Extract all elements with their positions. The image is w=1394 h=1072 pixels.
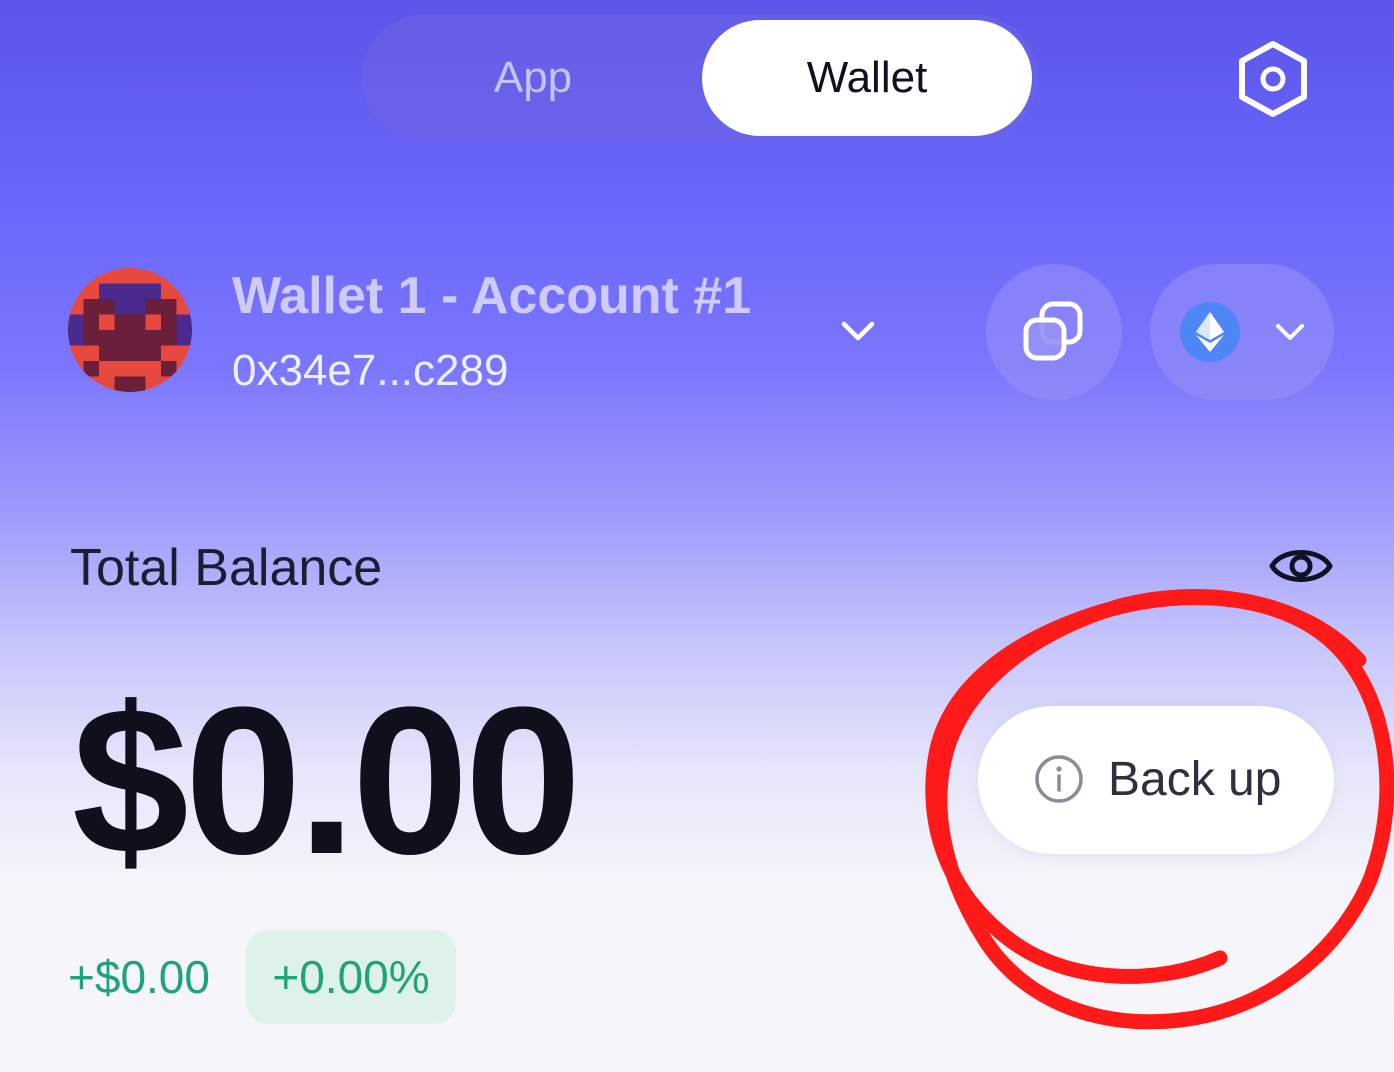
avatar[interactable] <box>68 268 192 392</box>
balance-change-percent: +0.00% <box>272 951 430 1003</box>
balance-change-amount: +$0.00 <box>68 951 210 1003</box>
info-icon <box>1035 755 1083 803</box>
eye-icon[interactable] <box>1268 538 1334 594</box>
copy-icon <box>1023 301 1083 361</box>
tab-wallet-label: Wallet <box>806 53 928 102</box>
app-wallet-toggle: App Wallet <box>362 14 1038 142</box>
back-up-button[interactable]: Back up <box>978 706 1334 854</box>
ethereum-icon <box>1180 302 1240 362</box>
balance-amount: $0.00 <box>72 663 582 898</box>
network-selector-button[interactable] <box>1150 264 1334 400</box>
tab-app[interactable]: App <box>368 20 698 136</box>
balance-change-percent-badge: +0.00% <box>246 930 456 1024</box>
tab-app-label: App <box>493 53 573 102</box>
settings-icon[interactable] <box>1236 40 1310 118</box>
back-up-label: Back up <box>1108 753 1282 806</box>
account-address[interactable]: 0x34e7...c289 <box>232 346 508 396</box>
account-chevron-down-icon[interactable] <box>838 312 878 352</box>
account-name[interactable]: Wallet 1 - Account #1 <box>232 266 751 326</box>
tab-wallet[interactable]: Wallet <box>702 20 1032 136</box>
copy-address-button[interactable] <box>986 264 1122 400</box>
red-annotation-circle <box>925 589 1394 1030</box>
total-balance-label: Total Balance <box>70 539 383 597</box>
pixel-avatar-icon <box>68 268 192 392</box>
network-chevron-down-icon <box>1276 324 1304 340</box>
